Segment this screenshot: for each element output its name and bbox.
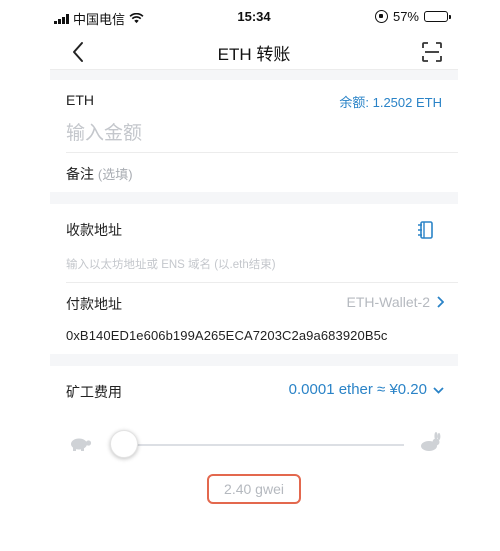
divider: [66, 282, 458, 283]
fee-card: 矿工费用 0.0001 ether ≈ ¥0.20 2.40 gwei: [50, 366, 458, 551]
gas-slider-knob[interactable]: [109, 430, 138, 458]
token-label: ETH: [66, 92, 94, 108]
battery-percent: 57%: [392, 9, 419, 24]
divider: [66, 152, 458, 153]
pay-address-value: 0xB140ED1e606b199A265ECA7203C2a9a683920B…: [66, 328, 388, 343]
amount-card: ETH 余额: 1.2502 ETH 输入金额 备注 (选填): [50, 80, 458, 192]
rabbit-icon: [421, 432, 441, 451]
pay-address-label: 付款地址: [66, 296, 122, 312]
wallet-name: ETH-Wallet-2: [346, 294, 431, 310]
gas-price-display: 2.40 gwei: [207, 474, 301, 504]
battery-icon: [424, 11, 451, 22]
memo-hint: (选填): [97, 167, 133, 182]
fee-label: 矿工费用: [66, 384, 122, 400]
chevron-right-icon: [437, 296, 444, 308]
status-bar: 中国电信 15:34 57%: [50, 0, 458, 34]
receive-address-input[interactable]: 输入以太坊地址或 ENS 域名 (以.eth结束): [66, 256, 276, 272]
rotation-lock-icon: [374, 10, 388, 23]
receive-address-label: 收款地址: [66, 222, 122, 238]
status-right: 57%: [374, 9, 451, 24]
balance-label: 余额: 1.2502 ETH: [339, 95, 442, 110]
address-card: 收款地址 输入以太坊地址或 ENS 域名 (以.eth结束) 付款地址 ETH-…: [50, 204, 458, 354]
phone-screen: 中国电信 15:34 57% ETH 转账 ETH 余额: 1.2502 ETH…: [50, 0, 458, 551]
fee-value: 0.0001 ether ≈ ¥0.20: [288, 381, 427, 398]
address-book-icon[interactable]: [416, 220, 434, 240]
memo-label-text: 备注: [66, 166, 94, 182]
nav-bar: ETH 转账: [50, 34, 458, 70]
fee-selector[interactable]: 0.0001 ether ≈ ¥0.20: [289, 381, 444, 398]
chevron-down-icon: [433, 386, 444, 394]
scan-icon[interactable]: [420, 40, 444, 64]
gas-slider-track[interactable]: [118, 444, 404, 446]
memo-label[interactable]: 备注 (选填): [66, 164, 133, 184]
page-title: ETH 转账: [217, 45, 291, 64]
wallet-selector[interactable]: ETH-Wallet-2: [346, 294, 444, 310]
turtle-icon: [71, 438, 92, 451]
amount-input[interactable]: 输入金额: [66, 118, 142, 145]
